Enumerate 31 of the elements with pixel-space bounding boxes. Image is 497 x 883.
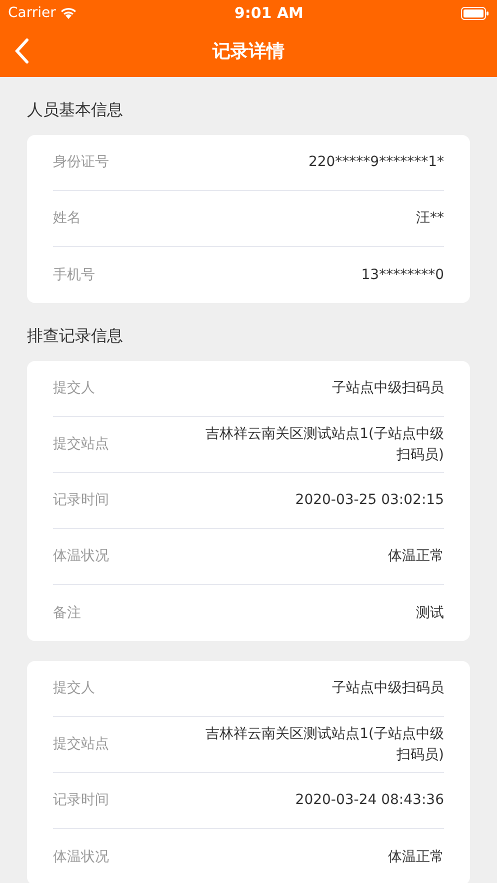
field-label: 提交站点 (53, 735, 109, 754)
section-title: 排查记录信息 (27, 326, 123, 345)
field-label: 体温状况 (53, 547, 109, 566)
battery-icon (461, 6, 489, 20)
field-label: 身份证号 (53, 153, 109, 172)
field-label: 记录时间 (53, 491, 109, 510)
field-label: 提交人 (53, 379, 95, 398)
page-title: 记录详情 (212, 40, 284, 64)
field-value: 吉林祥云南关区测试站点1(子站点中级扫码员) (204, 424, 444, 464)
field-value: 13********0 (361, 266, 444, 284)
field-value: 吉林祥云南关区测试站点1(子站点中级扫码员) (204, 724, 444, 764)
wifi-icon (60, 7, 77, 19)
field-label: 体温状况 (53, 848, 109, 866)
field-value: 汪** (416, 209, 444, 228)
carrier-label: Carrier (8, 4, 56, 22)
field-value: 2020-03-24 08:43:36 (295, 791, 444, 810)
field-value: 子站点中级扫码员 (332, 379, 444, 398)
field-label: 姓名 (53, 209, 81, 228)
field-value: 220*****9*******1* (308, 153, 444, 172)
field-value: 2020-03-25 03:02:15 (295, 491, 444, 510)
field-label: 手机号 (53, 266, 95, 284)
field-label: 提交人 (53, 679, 95, 698)
field-label: 备注 (53, 604, 81, 622)
field-label: 提交站点 (53, 435, 109, 454)
field-value: 体温正常 (388, 547, 444, 566)
field-value: 子站点中级扫码员 (332, 679, 444, 698)
field-label: 记录时间 (53, 791, 109, 810)
field-value: 测试 (416, 604, 444, 622)
field-value: 体温正常 (388, 848, 444, 866)
clock-label: 9:01 AM (234, 2, 304, 24)
section-title: 人员基本信息 (27, 100, 123, 119)
